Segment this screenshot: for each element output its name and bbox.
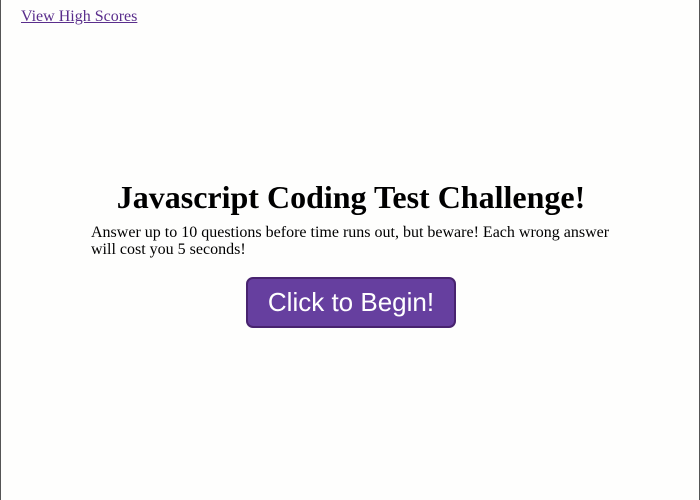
- page-title: Javascript Coding Test Challenge!: [116, 179, 586, 215]
- instructions-text: Answer up to 10 questions before time ru…: [91, 224, 610, 258]
- view-high-scores-link[interactable]: View High Scores: [21, 8, 137, 26]
- start-quiz-button[interactable]: Click to Begin!: [246, 277, 456, 328]
- quiz-page: View High Scores Javascript Coding Test …: [0, 0, 700, 500]
- intro-section: Javascript Coding Test Challenge! Answer…: [91, 178, 611, 328]
